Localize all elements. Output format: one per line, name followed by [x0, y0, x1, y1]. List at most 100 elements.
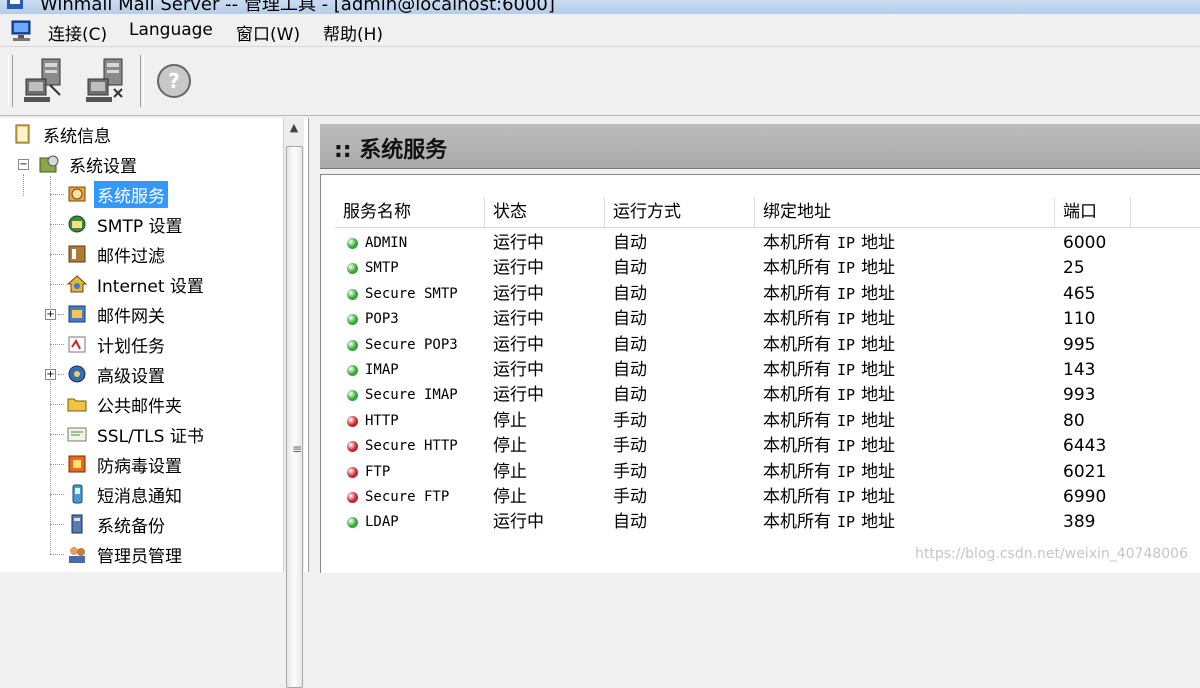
table-row[interactable]: FTP 停止 手动 本机所有 IP 地址 6021	[335, 460, 1200, 485]
service-status: 运行中	[493, 334, 544, 355]
tree-item-ssl-tls-certificates[interactable]: SSL/TLS 证书	[66, 420, 207, 448]
certificate-icon	[67, 427, 87, 442]
tree-item-antivirus-settings[interactable]: 防病毒设置	[66, 450, 185, 478]
tree-item-mail-gateway[interactable]: 邮件网关	[66, 300, 168, 328]
tree-expand-toggle[interactable]: +	[45, 369, 56, 380]
public-folder-icon	[67, 398, 87, 412]
table-row[interactable]: Secure HTTP 停止 手动 本机所有 IP 地址 6443	[335, 434, 1200, 459]
tree-connector	[50, 434, 64, 435]
bind-address-suffix: 地址	[861, 436, 896, 457]
service-run-mode: 自动	[613, 309, 647, 330]
table-row[interactable]: ADMIN 运行中 自动 本机所有 IP 地址 6000	[335, 231, 1200, 256]
service-run-mode: 自动	[613, 360, 647, 380]
bind-address-ip: IP	[837, 411, 856, 430]
running-status-icon	[347, 314, 358, 326]
connect-icon[interactable]	[20, 55, 72, 107]
service-run-mode: 自动	[613, 512, 647, 533]
service-bind-address: 本机所有 IP 地址	[763, 510, 895, 535]
tree-item-system-info[interactable]: 系统信息	[12, 120, 114, 148]
service-port: 25	[1063, 258, 1085, 279]
tree-item-internet-settings[interactable]: Internet 设置	[66, 270, 207, 298]
tree-item-mail-filter[interactable]: 邮件过滤	[66, 240, 168, 268]
bind-address-prefix: 本机所有	[763, 360, 831, 380]
bind-address-prefix: 本机所有	[763, 283, 831, 304]
help-icon[interactable]: ?	[150, 55, 202, 107]
service-name: FTP	[365, 463, 391, 480]
tree-item-system-backup[interactable]: 系统备份	[66, 510, 168, 538]
service-status: 运行中	[493, 309, 544, 330]
menu-help[interactable]: 帮助(H)	[323, 20, 383, 45]
toolbar-separator	[140, 55, 144, 107]
bind-address-suffix: 地址	[861, 385, 896, 406]
tree-connector	[50, 224, 64, 225]
running-status-icon	[347, 517, 358, 529]
bind-address-prefix: 本机所有	[763, 258, 831, 279]
table-row[interactable]: Secure FTP 停止 手动 本机所有 IP 地址 6990	[335, 485, 1200, 510]
computer-icon[interactable]	[10, 20, 36, 42]
toolbar-grip[interactable]	[8, 55, 13, 107]
tree-item-system-settings[interactable]: 系统设置	[38, 150, 140, 178]
bind-address-suffix: 地址	[861, 309, 896, 330]
service-list[interactable]: 服务名称 状态 运行方式 绑定地址 端口 ADMIN 运行中 自动 本机所有 IP 地址 6…	[320, 174, 1200, 573]
bind-address-prefix: 本机所有	[763, 487, 831, 507]
disconnect-icon[interactable]	[82, 55, 134, 107]
bind-address-prefix: 本机所有	[763, 410, 831, 431]
book-icon	[15, 124, 30, 144]
service-bind-address: 本机所有 IP 地址	[763, 409, 895, 434]
service-port: 6443	[1063, 436, 1107, 457]
bind-address-ip: IP	[837, 284, 856, 303]
table-row[interactable]: Secure IMAP 运行中 自动 本机所有 IP 地址 993	[335, 383, 1200, 408]
running-status-icon	[347, 339, 358, 351]
column-run-mode[interactable]: 运行方式	[605, 197, 755, 227]
table-row[interactable]: IMAP 运行中 自动 本机所有 IP 地址 143	[335, 358, 1200, 383]
table-row[interactable]: POP3 运行中 自动 本机所有 IP 地址 110	[335, 307, 1200, 332]
service-name: Secure FTP	[365, 489, 450, 505]
menu-language[interactable]: Language	[129, 20, 213, 40]
column-service-name[interactable]: 服务名称	[335, 197, 485, 227]
tree-item-smtp-settings[interactable]: SMTP 设置	[66, 210, 186, 238]
column-bind-address[interactable]: 绑定地址	[755, 197, 1055, 227]
app-icon	[7, 0, 23, 9]
tree-scrollbar[interactable]: ▲ ≡	[283, 118, 304, 688]
column-port[interactable]: 端口	[1055, 197, 1131, 227]
service-run-mode: 自动	[613, 283, 647, 304]
filter-icon	[68, 245, 86, 263]
tree-item-sms-notification[interactable]: 短消息通知	[66, 480, 185, 508]
service-status: 停止	[493, 410, 527, 431]
menu-bar: 连接(C) Language 窗口(W) 帮助(H)	[0, 14, 1200, 47]
tree-collapse-toggle[interactable]: −	[18, 159, 29, 170]
service-name: HTTP	[365, 412, 399, 429]
tree-item-admin-management[interactable]: 管理员管理	[66, 540, 185, 568]
table-row[interactable]: SMTP 运行中 自动 本机所有 IP 地址 25	[335, 256, 1200, 281]
settings-folder-icon	[39, 155, 59, 173]
table-row[interactable]: LDAP 运行中 自动 本机所有 IP 地址 389	[335, 510, 1200, 535]
service-port: 110	[1063, 309, 1096, 330]
tree-item-scheduled-tasks[interactable]: 计划任务	[66, 330, 168, 358]
menu-window[interactable]: 窗口(W)	[236, 20, 300, 45]
admin-icon	[69, 547, 85, 563]
table-row[interactable]: Secure SMTP 运行中 自动 本机所有 IP 地址 465	[335, 282, 1200, 307]
column-status[interactable]: 状态	[485, 197, 605, 227]
tree-item-public-folders[interactable]: 公共邮件夹	[66, 390, 185, 418]
bind-address-suffix: 地址	[861, 283, 896, 304]
smtp-icon	[68, 215, 86, 233]
table-row[interactable]: HTTP 停止 手动 本机所有 IP 地址 80	[335, 409, 1200, 434]
table-row[interactable]: Secure POP3 运行中 自动 本机所有 IP 地址 995	[335, 333, 1200, 358]
bind-address-prefix: 本机所有	[763, 385, 831, 406]
service-status: 运行中	[493, 283, 544, 304]
scrollbar-thumb[interactable]: ≡	[286, 146, 303, 688]
service-name: IMAP	[365, 362, 399, 378]
service-bind-address: 本机所有 IP 地址	[763, 231, 895, 256]
service-bind-address: 本机所有 IP 地址	[763, 307, 895, 332]
service-port: 6021	[1063, 461, 1107, 482]
tree-expand-toggle[interactable]: +	[45, 309, 56, 320]
bind-address-ip: IP	[837, 361, 856, 379]
service-bind-address: 本机所有 IP 地址	[763, 485, 895, 510]
tree-item-advanced-settings[interactable]: 高级设置	[66, 360, 168, 388]
service-status: 停止	[493, 487, 527, 507]
tree-item-system-services[interactable]: 系统服务	[66, 180, 168, 208]
menu-connect[interactable]: 连接(C)	[48, 20, 107, 45]
bind-address-prefix: 本机所有	[763, 436, 831, 457]
stopped-status-icon	[347, 466, 358, 478]
scroll-up-arrow-icon[interactable]: ▲	[286, 120, 302, 136]
